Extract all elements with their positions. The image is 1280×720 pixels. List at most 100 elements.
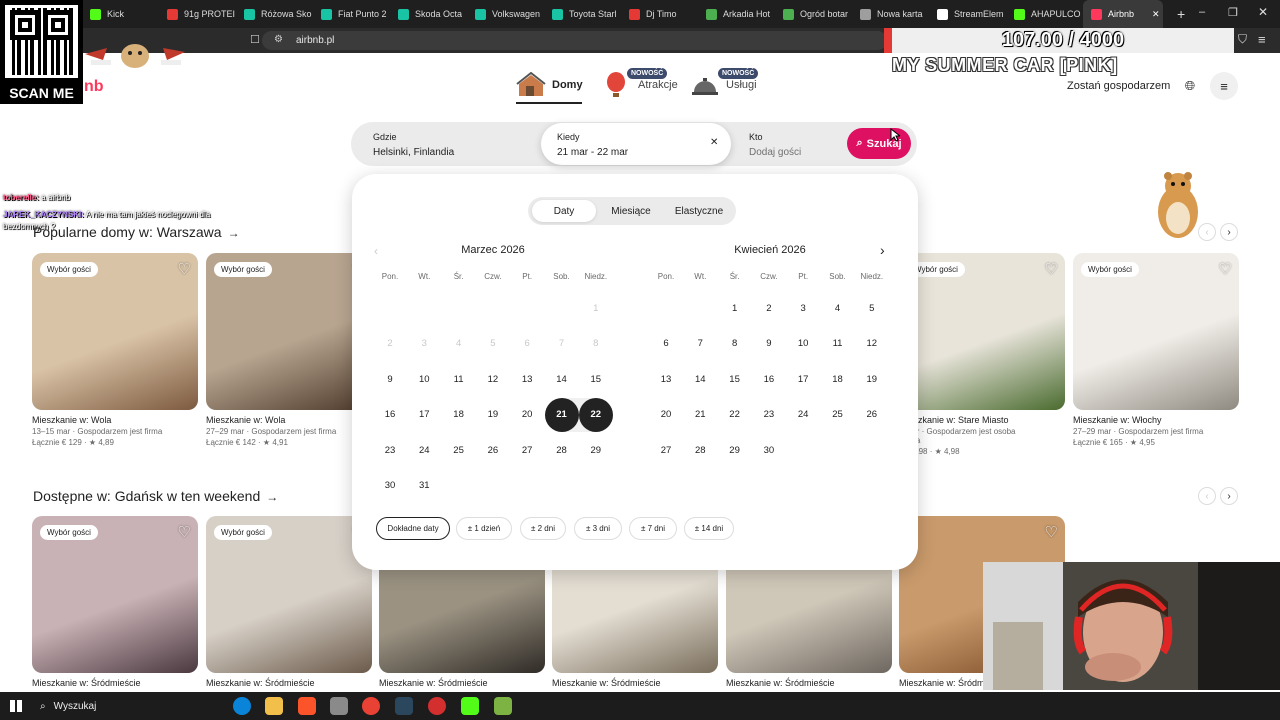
calendar-day[interactable]: 18 [821, 362, 855, 396]
browser-tab[interactable]: Dj Timo [621, 0, 698, 28]
calendar-day[interactable]: 29 [579, 433, 613, 467]
app-icon[interactable] [330, 697, 348, 715]
window-minimize-icon[interactable]: – [1199, 6, 1205, 18]
calendar-day[interactable]: 16 [373, 398, 407, 432]
calendar-day[interactable]: 10 [786, 327, 820, 361]
app-icon[interactable] [494, 697, 512, 715]
calendar-day[interactable]: 24 [786, 398, 820, 432]
calendar-day[interactable]: 25 [442, 433, 476, 467]
listing-card[interactable]: Wybór gości ♡ Mieszkanie w: Włochy 27–29 ma… [1073, 253, 1239, 447]
calendar-day[interactable]: 28 [683, 433, 717, 467]
section-title[interactable]: Popularne domy w: Warszawa → [33, 224, 240, 240]
taskbar-search[interactable]: ⌕ Wyszukaj [32, 696, 220, 716]
browser-tab[interactable]: Toyota Starl [544, 0, 621, 28]
browser-tab[interactable]: Nowa karta [852, 0, 929, 28]
listing-card[interactable]: Wybór gości♡Mieszkanie w: Śródmieście [32, 516, 198, 688]
where-field[interactable]: Gdzie Helsinki, Finlandia [373, 122, 454, 166]
favorites-icon[interactable]: ☐ [250, 33, 260, 46]
calendar-day[interactable]: 22 [578, 397, 613, 432]
calendar-day[interactable]: 30 [752, 433, 786, 467]
browser-tab[interactable]: Fiat Punto 2 [313, 0, 390, 28]
obs-icon[interactable] [428, 697, 446, 715]
url-field[interactable]: ⚙ airbnb.pl [262, 31, 887, 50]
calendar-day[interactable]: 21 [683, 398, 717, 432]
flex-date-chip[interactable]: ± 1 dzień [456, 517, 512, 540]
calendar-day[interactable]: 15 [718, 362, 752, 396]
listing-card[interactable]: Wybór gości♡ Mieszkanie w: Wola 27–29 mar … [206, 253, 372, 447]
flex-date-chip[interactable]: ± 7 dni [629, 517, 677, 540]
tab-domy[interactable]: Domy [516, 72, 583, 98]
calendar-day[interactable]: 11 [821, 327, 855, 361]
flex-date-chip[interactable]: Dokładne daty [376, 517, 450, 540]
carousel-prev-button[interactable]: ‹ [1198, 223, 1216, 241]
listing-card[interactable]: Wybór gości♡Mieszkanie w: Śródmieście [206, 516, 372, 688]
new-tab-button[interactable]: + [1177, 6, 1185, 22]
calendar-day[interactable]: 14 [683, 362, 717, 396]
mode-dates-button[interactable]: Daty [532, 200, 596, 222]
chrome-icon[interactable] [362, 697, 380, 715]
calendar-day[interactable]: 27 [510, 433, 544, 467]
calendar-day[interactable]: 13 [649, 362, 683, 396]
when-field-text[interactable]: Kiedy 21 mar - 22 mar [557, 122, 628, 166]
calendar-day[interactable]: 8 [718, 327, 752, 361]
calendar-day[interactable]: 2 [752, 291, 786, 325]
heart-icon[interactable]: ♡ [1219, 260, 1232, 278]
browser-tab[interactable]: Volkswagen [467, 0, 544, 28]
carousel-next-button[interactable]: › [1220, 223, 1238, 241]
calendar-day[interactable]: 17 [786, 362, 820, 396]
calendar-day[interactable]: 12 [476, 362, 510, 396]
calendar-day[interactable]: 30 [373, 469, 407, 503]
search-button[interactable]: ⌕ Szukaj [847, 128, 911, 159]
shield-icon[interactable]: ⛉ [1238, 32, 1247, 47]
calendar-day[interactable]: 13 [510, 362, 544, 396]
heart-icon[interactable]: ♡ [1045, 260, 1058, 278]
globe-icon[interactable]: 🌐︎ [1176, 72, 1204, 100]
calendar-day[interactable]: 23 [752, 398, 786, 432]
calendar-day[interactable]: 27 [649, 433, 683, 467]
heart-icon[interactable]: ♡ [178, 260, 191, 278]
who-field[interactable]: Kto Dodaj gości [749, 122, 801, 166]
browser-tab[interactable]: AHAPULCO [1006, 0, 1083, 28]
calendar-day[interactable]: 6 [649, 327, 683, 361]
calendar-day[interactable]: 1 [718, 291, 752, 325]
calendar-day[interactable]: 19 [476, 398, 510, 432]
calendar-day[interactable]: 21 [544, 397, 579, 432]
calendar-day[interactable]: 10 [407, 362, 441, 396]
edge-icon[interactable] [233, 697, 251, 715]
listing-photo[interactable]: Wybór gości♡ [206, 516, 372, 673]
carousel-next-button[interactable]: › [1220, 487, 1238, 505]
listing-photo[interactable]: Wybór gości♡ [1073, 253, 1239, 410]
calendar-day[interactable]: 3 [786, 291, 820, 325]
browser-tab[interactable]: Kick [82, 0, 159, 28]
calendar-day[interactable]: 15 [579, 362, 613, 396]
browser-tab[interactable]: StreamElem [929, 0, 1006, 28]
mode-months-button[interactable]: Miesiące [598, 200, 664, 222]
mode-flexible-button[interactable]: Elastyczne [666, 200, 732, 222]
listing-photo[interactable]: Wybór gości♡ [32, 516, 198, 673]
calendar-day[interactable]: 22 [718, 398, 752, 432]
menu-icon[interactable]: ≡ [1210, 72, 1238, 100]
browser-tab[interactable]: Arkadia Hot [698, 0, 775, 28]
calendar-day[interactable]: 9 [373, 362, 407, 396]
browser-menu-icon[interactable]: ≡ [1258, 32, 1266, 47]
browser-tab[interactable]: Skoda Octa [390, 0, 467, 28]
calendar-day[interactable]: 20 [649, 398, 683, 432]
window-restore-icon[interactable]: ❐ [1228, 6, 1238, 19]
browser-tab[interactable]: Ogród botar [775, 0, 852, 28]
heart-icon[interactable]: ♡ [178, 523, 191, 541]
prev-month-icon[interactable]: ‹ [374, 244, 378, 258]
calendar-day[interactable]: 31 [407, 469, 441, 503]
calendar-day[interactable]: 9 [752, 327, 786, 361]
calendar-day[interactable]: 18 [442, 398, 476, 432]
file-explorer-icon[interactable] [265, 697, 283, 715]
listing-photo[interactable]: Wybór gości♡ [206, 253, 372, 410]
site-info-icon[interactable]: ⚙ [274, 34, 283, 45]
flex-date-chip[interactable]: ± 2 dni [520, 517, 566, 540]
calendar-day[interactable]: 14 [545, 362, 579, 396]
clear-dates-icon[interactable]: ✕ [710, 137, 718, 148]
heart-icon[interactable]: ♡ [1045, 523, 1058, 541]
listing-photo[interactable]: Wybór gości♡ [899, 253, 1065, 410]
calendar-day[interactable]: 26 [476, 433, 510, 467]
browser-tab[interactable]: 91g PROTEI [159, 0, 236, 28]
calendar-day[interactable]: 26 [855, 398, 889, 432]
